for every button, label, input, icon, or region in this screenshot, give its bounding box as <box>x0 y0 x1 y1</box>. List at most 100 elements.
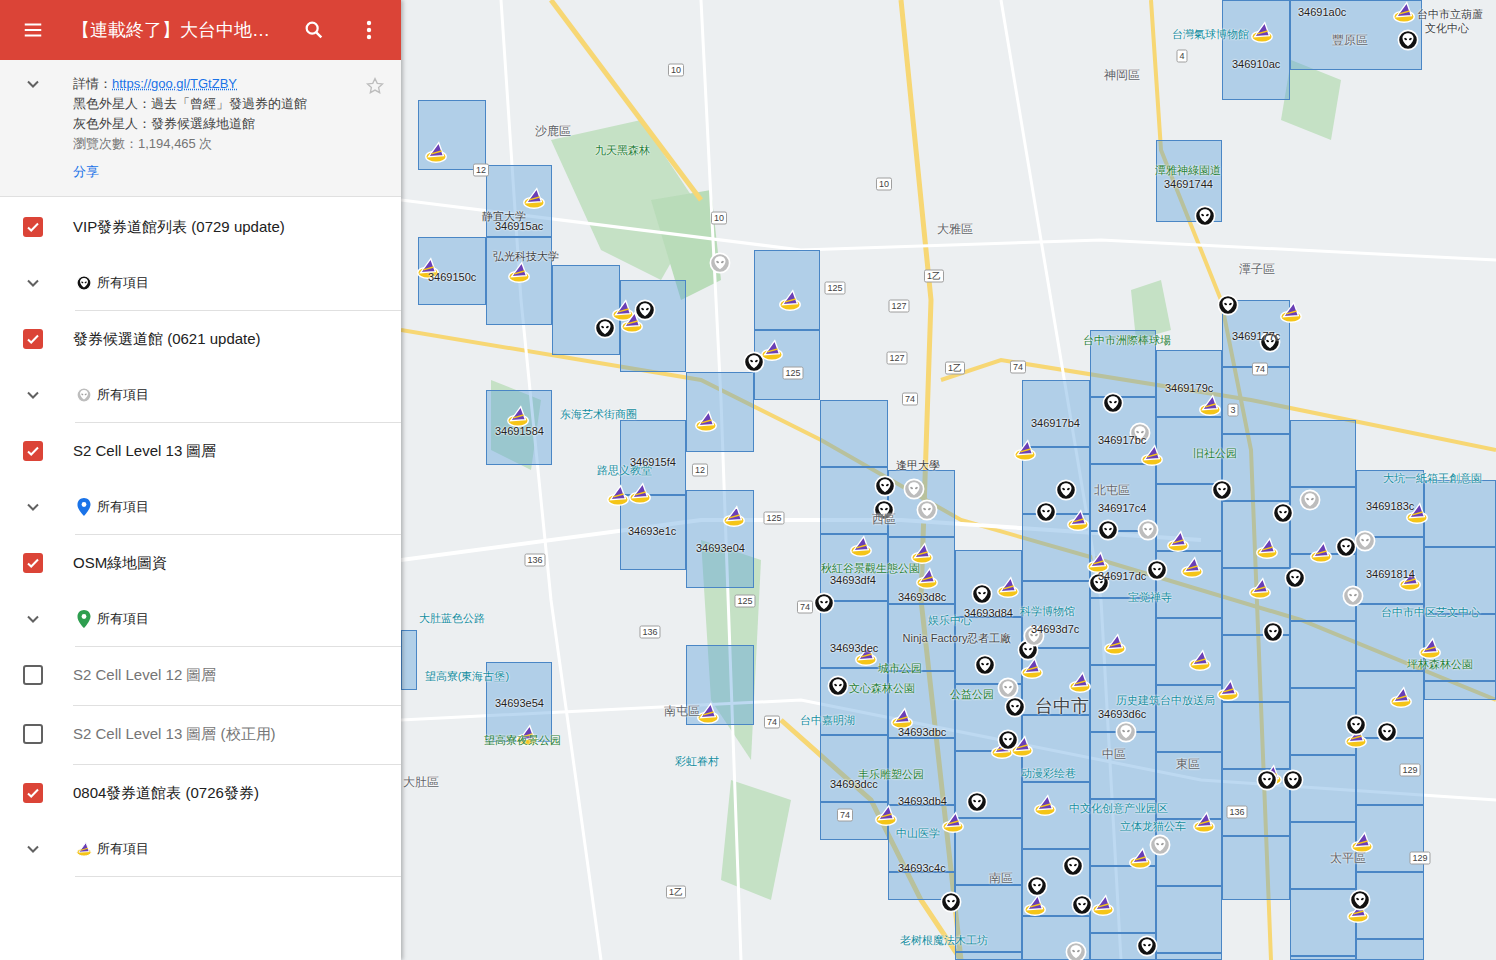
gym-hat-marker-icon[interactable] <box>1032 792 1058 818</box>
chevron-down-icon[interactable] <box>25 387 41 403</box>
gym-hat-marker-icon[interactable] <box>1187 647 1213 673</box>
layer-name[interactable]: OSM綠地圖資 <box>73 552 167 575</box>
s2-cell[interactable] <box>1424 681 1496 700</box>
layer-checkbox[interactable] <box>23 329 43 349</box>
black-alien-marker-icon[interactable] <box>1136 935 1158 957</box>
black-alien-marker-icon[interactable] <box>1071 894 1093 916</box>
black-alien-marker-icon[interactable] <box>974 654 996 676</box>
gym-hat-marker-icon[interactable] <box>848 533 874 559</box>
layer-checkbox[interactable] <box>23 724 43 744</box>
black-alien-marker-icon[interactable] <box>1062 855 1084 877</box>
black-alien-marker-icon[interactable] <box>1102 392 1124 414</box>
grey-alien-marker-icon[interactable] <box>1299 489 1321 511</box>
grey-alien-marker-icon[interactable] <box>903 478 925 500</box>
chevron-down-icon[interactable] <box>25 611 41 627</box>
chevron-down-icon[interactable] <box>25 76 41 92</box>
grey-alien-marker-icon[interactable] <box>709 252 731 274</box>
s2-cell[interactable] <box>1356 939 1424 960</box>
gym-hat-marker-icon[interactable] <box>1254 535 1280 561</box>
layer-checkbox[interactable] <box>23 665 43 685</box>
gym-hat-marker-icon[interactable] <box>1391 0 1417 25</box>
black-alien-marker-icon[interactable] <box>1004 696 1026 718</box>
gym-hat-marker-icon[interactable] <box>605 482 631 508</box>
chevron-down-icon[interactable] <box>25 275 41 291</box>
gym-hat-marker-icon[interactable] <box>1278 299 1304 325</box>
s2-cell[interactable] <box>1156 551 1222 618</box>
map[interactable]: 1010101212125125125125127127747474747474… <box>401 0 1496 960</box>
gym-hat-marker-icon[interactable] <box>521 185 547 211</box>
grey-alien-marker-icon[interactable] <box>1115 721 1137 743</box>
layer-header[interactable]: VIP發券道館列表 (0729 update) <box>0 199 401 255</box>
gym-hat-marker-icon[interactable] <box>777 287 803 313</box>
black-alien-marker-icon[interactable] <box>1349 889 1371 911</box>
layer-items-label[interactable]: 所有項目 <box>97 839 149 859</box>
s2-cell[interactable] <box>754 250 820 330</box>
black-alien-marker-icon[interactable] <box>966 791 988 813</box>
layer-items-row[interactable]: 所有項目 <box>0 591 401 647</box>
s2-cell[interactable] <box>1290 621 1356 688</box>
black-alien-icon[interactable] <box>76 275 92 291</box>
black-alien-marker-icon[interactable] <box>827 675 849 697</box>
chevron-down-icon[interactable] <box>25 841 41 857</box>
black-alien-marker-icon[interactable] <box>1217 294 1239 316</box>
black-alien-marker-icon[interactable] <box>997 729 1019 751</box>
s2-cell[interactable] <box>1424 547 1496 614</box>
black-alien-marker-icon[interactable] <box>1376 721 1398 743</box>
layer-name[interactable]: S2 Cell Level 12 圖層 <box>73 664 216 687</box>
black-alien-marker-icon[interactable] <box>594 317 616 339</box>
s2-cell[interactable] <box>1222 836 1290 900</box>
layer-name[interactable]: 發券候選道館 (0621 update) <box>73 328 261 351</box>
menu-icon[interactable] <box>22 19 44 41</box>
gym-hat-marker-icon[interactable] <box>1127 845 1153 871</box>
black-alien-marker-icon[interactable] <box>1256 769 1278 791</box>
gym-hat-marker-icon[interactable] <box>1139 442 1165 468</box>
black-alien-marker-icon[interactable] <box>1262 621 1284 643</box>
s2-cell[interactable] <box>1424 480 1496 547</box>
grey-alien-icon[interactable] <box>76 387 92 403</box>
layer-checkbox[interactable] <box>23 783 43 803</box>
layer-items-label[interactable]: 所有項目 <box>97 273 149 293</box>
s2-cell[interactable] <box>401 630 417 690</box>
layer-checkbox[interactable] <box>23 553 43 573</box>
black-alien-marker-icon[interactable] <box>1345 714 1367 736</box>
search-icon[interactable] <box>303 19 325 41</box>
layer-header[interactable]: OSM綠地圖資 <box>0 535 401 591</box>
layer-header[interactable]: 0804發券道館表 (0726發券) <box>0 765 401 821</box>
s2-cell[interactable] <box>1022 380 1090 447</box>
s2-cell[interactable] <box>1290 755 1356 822</box>
black-alien-marker-icon[interactable] <box>971 583 993 605</box>
black-alien-marker-icon[interactable] <box>1211 479 1233 501</box>
gym-hat-marker-icon[interactable] <box>506 259 532 285</box>
s2-cell[interactable] <box>1156 886 1222 953</box>
layer-items-label[interactable]: 所有項目 <box>97 385 149 405</box>
layer-header[interactable]: S2 Cell Level 13 圖層 <box>0 423 401 479</box>
s2-cell[interactable] <box>1090 732 1156 799</box>
layer-items-label[interactable]: 所有項目 <box>97 609 149 629</box>
grey-alien-marker-icon[interactable] <box>916 499 938 521</box>
gym-hat-marker-icon[interactable] <box>873 802 899 828</box>
gym-hat-marker-icon[interactable] <box>423 139 449 165</box>
s2-cell[interactable] <box>1290 688 1356 755</box>
gym-hat-marker-icon[interactable] <box>995 574 1021 600</box>
gym-hat-marker-icon[interactable] <box>940 809 966 835</box>
gym-hat-marker-icon[interactable] <box>1215 677 1241 703</box>
grey-alien-marker-icon[interactable] <box>1342 585 1364 607</box>
gym-hat-marker-icon[interactable] <box>1417 635 1443 661</box>
black-alien-marker-icon[interactable] <box>813 592 835 614</box>
gym-hat-marker-icon[interactable] <box>1179 554 1205 580</box>
star-icon[interactable] <box>365 76 385 96</box>
s2-cell[interactable] <box>955 751 1022 818</box>
gym-hat-marker-icon[interactable] <box>627 480 653 506</box>
chevron-down-icon[interactable] <box>25 499 41 515</box>
s2-cell[interactable] <box>686 372 754 452</box>
s2-cell[interactable] <box>1222 367 1290 434</box>
s2-cell[interactable] <box>1222 0 1290 100</box>
black-alien-marker-icon[interactable] <box>940 891 962 913</box>
gym-hat-marker-icon[interactable] <box>693 408 719 434</box>
black-alien-marker-icon[interactable] <box>1282 769 1304 791</box>
black-alien-marker-icon[interactable] <box>1146 559 1168 581</box>
black-alien-marker-icon[interactable] <box>1272 502 1294 524</box>
hat-icon[interactable] <box>75 840 93 858</box>
black-alien-marker-icon[interactable] <box>874 475 896 497</box>
layer-header[interactable]: S2 Cell Level 12 圖層 <box>0 647 401 703</box>
